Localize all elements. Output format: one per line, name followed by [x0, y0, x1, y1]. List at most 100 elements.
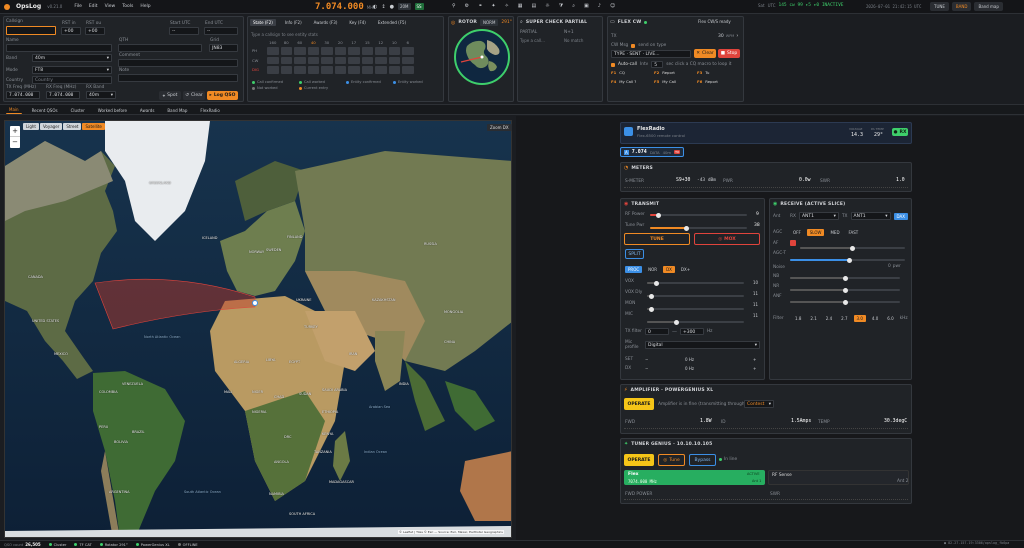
dax-button[interactable]: DAX: [893, 212, 909, 220]
slider-knob[interactable]: [842, 275, 848, 281]
band-cell[interactable]: [321, 66, 333, 74]
af-slider[interactable]: [800, 245, 905, 251]
band-cell[interactable]: [267, 47, 279, 55]
log-qso-button[interactable]: ▸ Log QSO: [207, 91, 238, 100]
cw-macro-button[interactable]: F2 Report: [654, 70, 675, 75]
slider-knob[interactable]: [673, 319, 679, 325]
rf-power-slider[interactable]: [650, 212, 747, 218]
slider-knob[interactable]: [649, 293, 655, 299]
txfreq-input[interactable]: 7.074.000: [6, 91, 40, 99]
tab-main[interactable]: Main: [6, 106, 22, 114]
split-button[interactable]: SPLIT: [625, 249, 644, 259]
rxfreq-input[interactable]: 7.074.000: [46, 91, 80, 99]
proc-nor[interactable]: NOR: [645, 266, 660, 273]
noise-slider[interactable]: [790, 299, 900, 305]
band-cell[interactable]: [267, 56, 279, 64]
offset-minus-button[interactable]: −: [645, 366, 648, 371]
tab-info[interactable]: Info (F2): [282, 19, 305, 26]
band-cell[interactable]: [321, 56, 333, 64]
cw-macro-button[interactable]: F6 Report: [697, 79, 718, 84]
rotor-mode[interactable]: NORM: [480, 19, 499, 26]
bandmap-button[interactable]: Band map: [974, 2, 1003, 11]
fan-select[interactable]: Contest ▾: [744, 400, 774, 408]
rst-in-input[interactable]: +00: [61, 27, 81, 35]
tx-filter-hi[interactable]: +300: [679, 328, 704, 335]
status-amp[interactable]: PowerGenius XL: [135, 543, 170, 547]
user-icon[interactable]: ☺: [610, 3, 615, 9]
proc-dx[interactable]: DX: [663, 266, 675, 273]
mode-badge[interactable]: 20M: [397, 3, 411, 10]
band-cell[interactable]: [348, 47, 360, 55]
proc-button[interactable]: PROC: [625, 266, 643, 273]
band-cell[interactable]: [402, 56, 414, 64]
filter-width-button[interactable]: 2.1: [807, 315, 819, 322]
layer-voyager[interactable]: Voyager: [39, 123, 63, 130]
cluster-icon[interactable]: ✦: [491, 3, 495, 9]
band-cell[interactable]: [307, 56, 319, 64]
agct-slider[interactable]: [790, 257, 905, 263]
slider-knob[interactable]: [654, 280, 660, 286]
search-icon[interactable]: ⌕: [572, 3, 575, 9]
settings-icon[interactable]: ⚙: [465, 3, 469, 9]
band-cell[interactable]: [294, 56, 306, 64]
tune-top-button[interactable]: TUNE: [930, 2, 949, 11]
band-cell[interactable]: [388, 56, 400, 64]
bell-icon[interactable]: ♪: [598, 3, 601, 9]
band-cell[interactable]: [280, 66, 292, 74]
tx-slider[interactable]: [647, 280, 744, 286]
cw-macro-button[interactable]: F1 CQ: [611, 70, 625, 75]
slider-knob[interactable]: [847, 257, 853, 263]
zoom-dx-button[interactable]: Zoom DX: [487, 124, 512, 131]
name-input[interactable]: [6, 44, 112, 52]
satellite-icon[interactable]: ✧: [505, 3, 509, 9]
cw-macro-button[interactable]: F3 Tu: [697, 70, 709, 75]
slider-knob[interactable]: [656, 212, 662, 218]
world-map[interactable]: [4, 120, 512, 538]
comment-input[interactable]: [118, 59, 238, 67]
mute-icon[interactable]: [790, 240, 796, 246]
band-cell[interactable]: [280, 47, 292, 55]
slider-knob[interactable]: [649, 306, 655, 312]
band-cell[interactable]: [321, 47, 333, 55]
autocall-checkbox[interactable]: [611, 62, 615, 67]
link-icon[interactable]: ⚭: [478, 3, 482, 9]
agc-fast[interactable]: FAST: [846, 229, 862, 236]
filter-width-button[interactable]: 2.4: [823, 315, 835, 322]
tab-cluster[interactable]: Cluster: [68, 107, 88, 114]
sun-icon[interactable]: ☼: [545, 3, 549, 9]
rst-out-input[interactable]: +00: [85, 27, 105, 35]
noise-slider[interactable]: [790, 275, 900, 281]
cw-clear-button[interactable]: ✕ Clear: [694, 49, 716, 58]
noise-slider[interactable]: [790, 287, 900, 293]
tab-recent-qsos[interactable]: Recent QSOs: [29, 107, 61, 114]
callsign-input[interactable]: [6, 26, 56, 35]
band-select[interactable]: 40m ▾: [32, 54, 112, 62]
band-cell[interactable]: [361, 47, 373, 55]
tuner-operate-button[interactable]: OPERATE: [624, 454, 654, 466]
send-on-type-checkbox[interactable]: [631, 43, 636, 48]
status-rotator[interactable]: Rotator 291°: [99, 543, 128, 547]
tab-band-map[interactable]: Band Map: [164, 107, 190, 114]
tx-filter-lo[interactable]: 0: [644, 328, 669, 335]
band-cell[interactable]: [361, 66, 373, 74]
rx-ant-select[interactable]: ANT1 ▾: [798, 212, 839, 220]
filter-width-button[interactable]: 3.0: [853, 315, 866, 322]
band-cell[interactable]: [294, 66, 306, 74]
zoom-out-button[interactable]: −: [10, 137, 20, 148]
layer-light[interactable]: Light: [23, 123, 39, 130]
tune-button[interactable]: TUNE: [624, 233, 690, 245]
tx-slider[interactable]: [647, 319, 744, 325]
cw-macro-button[interactable]: F4 My Call ?: [611, 79, 636, 84]
tab-key[interactable]: Key (F4): [346, 19, 369, 26]
layer-satellite[interactable]: Satellite: [82, 123, 105, 130]
spot-button[interactable]: ⌖ Spot: [159, 91, 181, 100]
status-offline[interactable]: OFFLINE: [177, 543, 198, 547]
band-cell[interactable]: [267, 66, 279, 74]
rotor-globe[interactable]: [453, 28, 511, 86]
offset-plus-button[interactable]: +: [753, 366, 756, 371]
tuner-tune-button[interactable]: ◎ Tune: [658, 454, 685, 466]
cw-stop-button[interactable]: ■ Stop: [718, 49, 740, 58]
band-cell[interactable]: [375, 47, 387, 55]
slider-knob[interactable]: [850, 245, 855, 251]
amp-operate-button[interactable]: OPERATE: [624, 398, 654, 410]
